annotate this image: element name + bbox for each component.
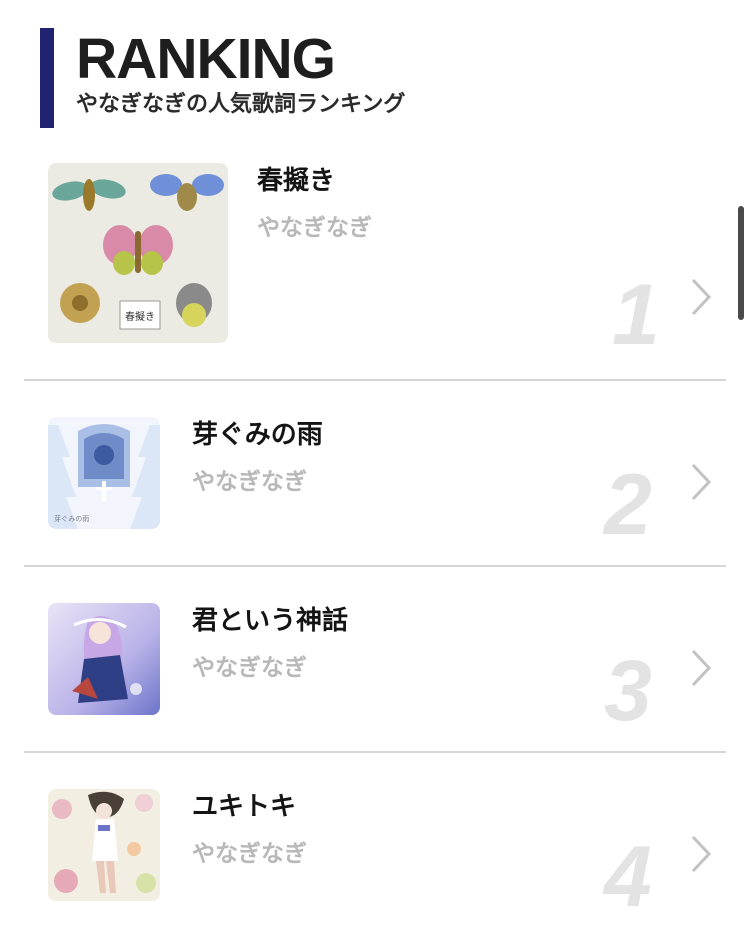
chevron-right-icon: [691, 278, 712, 316]
jacket-label-1: 春擬き: [125, 311, 155, 323]
jacket-label-2: 芽ぐみの雨: [54, 514, 89, 523]
artist-name: やなぎなぎ: [192, 469, 307, 495]
rank-number: 4: [604, 829, 652, 925]
insect-jacket-art: 春擬き: [48, 163, 228, 343]
rank-number: 1: [612, 267, 660, 363]
song-title: 君という神話: [192, 606, 349, 636]
anime-girl-jacket-art: [48, 603, 160, 715]
artist-name: やなぎなぎ: [257, 215, 372, 241]
artist-name: やなぎなぎ: [192, 841, 307, 867]
paper-cut-forest-jacket-art: 芽ぐみの雨: [48, 417, 160, 529]
page-subtitle: やなぎなぎの人気歌詞ランキング: [76, 92, 406, 117]
chevron-right-icon: [691, 649, 712, 687]
chevron-right-icon: [691, 835, 712, 873]
chevron-right-icon: [691, 463, 712, 501]
divider: [24, 565, 726, 567]
ranking-header: RANKING やなぎなぎの人気歌詞ランキング: [40, 28, 640, 128]
rank-number: 2: [604, 457, 652, 553]
artist-name: やなぎなぎ: [192, 655, 307, 681]
song-title: 芽ぐみの雨: [192, 420, 323, 450]
song-title: 春擬き: [257, 166, 336, 196]
page-title: RANKING: [76, 27, 336, 91]
divider: [24, 379, 726, 381]
header-accent-bar: [40, 28, 54, 128]
flower-girl-jacket-art: [48, 789, 160, 901]
scrollbar[interactable]: [738, 206, 744, 320]
divider: [24, 751, 726, 753]
rank-number: 3: [604, 643, 652, 739]
song-title: ユキトキ: [192, 792, 297, 822]
